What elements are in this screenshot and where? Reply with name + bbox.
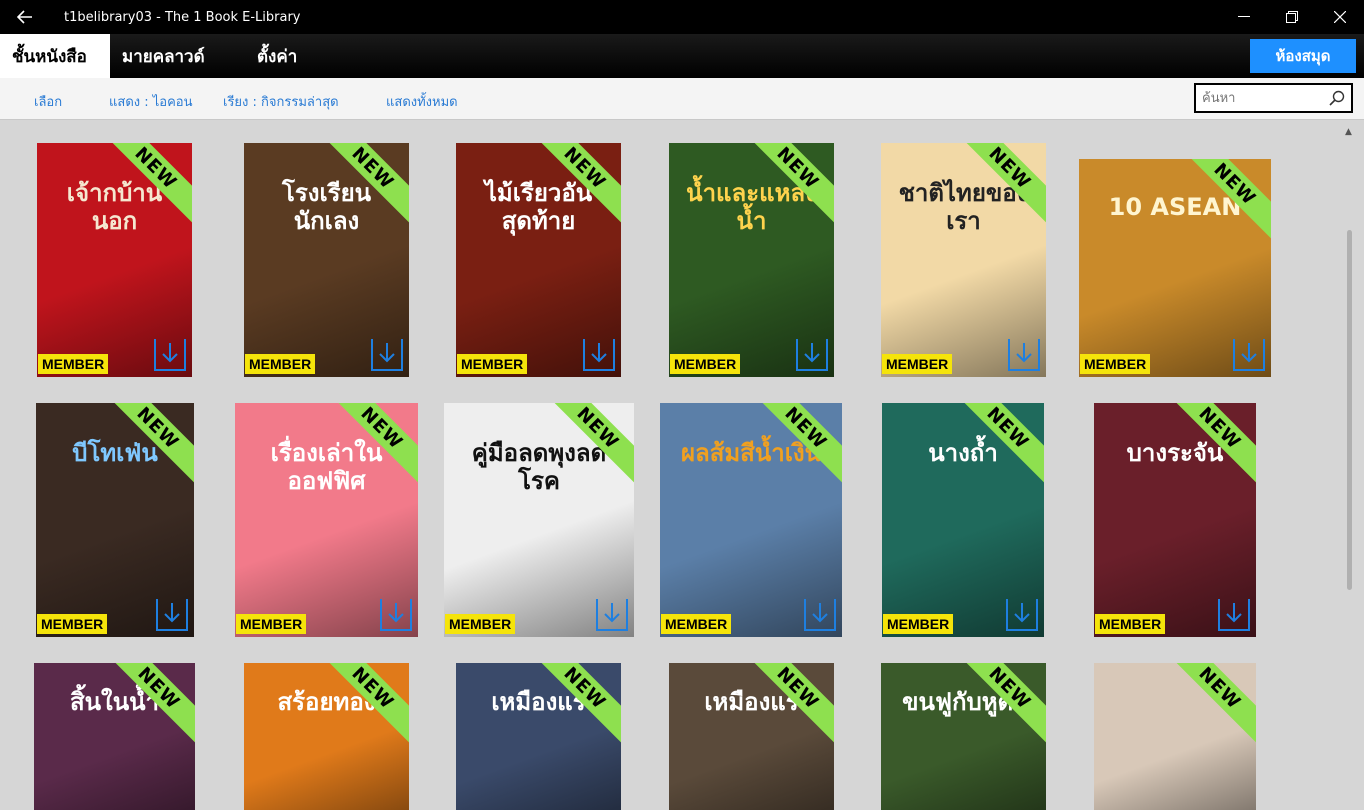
download-button[interactable]	[583, 339, 615, 371]
title-bar: t1belibrary03 - The 1 Book E-Library	[0, 0, 1364, 34]
member-badge: MEMBER	[37, 614, 108, 634]
book-card[interactable]: บีโทเฟ่น NEW MEMBER	[36, 403, 194, 637]
scroll-up-arrow-icon[interactable]: ▲	[1345, 127, 1352, 137]
download-button[interactable]	[1008, 339, 1040, 371]
download-arrow-icon	[388, 603, 404, 623]
book-card[interactable]: คู่มือลดพุงลดโรค NEW MEMBER	[444, 403, 634, 637]
search-icon[interactable]	[1329, 90, 1345, 106]
select-button[interactable]: เลือก	[34, 91, 62, 112]
close-button[interactable]	[1316, 0, 1364, 34]
book-card[interactable]: NEW	[1094, 663, 1256, 810]
download-arrow-icon	[604, 603, 620, 623]
download-button[interactable]	[804, 599, 836, 631]
download-arrow-icon	[1014, 603, 1030, 623]
book-card[interactable]: นางถ้ำ NEW MEMBER	[882, 403, 1044, 637]
book-card[interactable]: ชาติไทยของเรา NEW MEMBER	[881, 143, 1046, 377]
download-button[interactable]	[596, 599, 628, 631]
book-card[interactable]: เจ้ากบ้านนอก NEW MEMBER	[37, 143, 192, 377]
sort-button[interactable]: เรียง : กิจกรรมล่าสุด	[223, 91, 339, 112]
member-badge: MEMBER	[245, 354, 316, 374]
book-card[interactable]: เหมืองแร่ NEW	[456, 663, 621, 810]
download-button[interactable]	[796, 339, 828, 371]
download-arrow-icon	[804, 343, 820, 363]
download-arrow-icon	[1016, 343, 1032, 363]
show-all-button[interactable]: แสดงทั้งหมด	[386, 91, 458, 112]
window-title: t1belibrary03 - The 1 Book E-Library	[64, 9, 301, 25]
book-card[interactable]: ผลส้มสีน้ำเงิน NEW MEMBER	[660, 403, 842, 637]
member-badge: MEMBER	[670, 354, 741, 374]
book-card[interactable]: สิ้นในน้ำ NEW	[34, 663, 195, 810]
tab-settings[interactable]: ตั้งค่า	[245, 34, 309, 78]
download-arrow-icon	[812, 603, 828, 623]
search-box	[1194, 83, 1353, 113]
main-nav: ชั้นหนังสือ มายคลาวด์ ตั้งค่า ห้องสมุด	[0, 34, 1364, 78]
member-badge: MEMBER	[445, 614, 516, 634]
book-card[interactable]: บางระจัน NEW MEMBER	[1094, 403, 1256, 637]
download-button[interactable]	[1006, 599, 1038, 631]
download-arrow-icon	[1226, 603, 1242, 623]
restore-icon	[1286, 11, 1298, 23]
toolbar: เลือก แสดง : ไอคอน เรียง : กิจกรรมล่าสุด…	[0, 78, 1364, 120]
book-card[interactable]: ขนฟูกับหูตั้ง NEW	[881, 663, 1046, 810]
book-card[interactable]: เรื่องเล่าในออฟฟิศ NEW MEMBER	[235, 403, 418, 637]
maximize-button[interactable]	[1268, 0, 1316, 34]
member-badge: MEMBER	[882, 354, 953, 374]
window-controls	[1220, 0, 1364, 34]
download-button[interactable]	[1233, 339, 1265, 371]
book-card[interactable]: น้ำและแหล่งน้ำ NEW MEMBER	[669, 143, 834, 377]
tab-my-cloud[interactable]: มายคลาวด์	[110, 34, 217, 78]
download-button[interactable]	[154, 339, 186, 371]
view-mode-button[interactable]: แสดง : ไอคอน	[109, 91, 192, 112]
bookshelf-grid: เจ้ากบ้านนอก NEW MEMBER โรงเรียนนักเลง NEW ME…	[0, 120, 1364, 810]
close-icon	[1334, 11, 1346, 23]
book-card[interactable]: 10 ASEAN NEW MEMBER	[1079, 159, 1271, 377]
download-button[interactable]	[1218, 599, 1250, 631]
member-badge: MEMBER	[457, 354, 528, 374]
back-button[interactable]	[0, 0, 50, 34]
member-badge: MEMBER	[38, 354, 109, 374]
download-arrow-icon	[591, 343, 607, 363]
download-button[interactable]	[380, 599, 412, 631]
download-arrow-icon	[1241, 343, 1257, 363]
search-input[interactable]	[1196, 85, 1321, 111]
member-badge: MEMBER	[1095, 614, 1166, 634]
download-button[interactable]	[156, 599, 188, 631]
member-badge: MEMBER	[236, 614, 307, 634]
minimize-icon	[1238, 16, 1250, 17]
member-badge: MEMBER	[661, 614, 732, 634]
library-button[interactable]: ห้องสมุด	[1250, 39, 1356, 73]
download-button[interactable]	[371, 339, 403, 371]
minimize-button[interactable]	[1220, 0, 1268, 34]
download-arrow-icon	[379, 343, 395, 363]
tab-bookshelf[interactable]: ชั้นหนังสือ	[0, 34, 110, 78]
book-card[interactable]: เหมืองแร่ NEW	[669, 663, 834, 810]
download-arrow-icon	[162, 343, 178, 363]
book-card[interactable]: โรงเรียนนักเลง NEW MEMBER	[244, 143, 409, 377]
member-badge: MEMBER	[1080, 354, 1151, 374]
book-card[interactable]: ไม้เรียวอันสุดท้าย NEW MEMBER	[456, 143, 621, 377]
vertical-scrollbar[interactable]: ▲	[1345, 127, 1354, 803]
member-badge: MEMBER	[883, 614, 954, 634]
download-arrow-icon	[164, 603, 180, 623]
book-card[interactable]: สร้อยทอง NEW	[244, 663, 409, 810]
back-arrow-icon	[17, 10, 32, 24]
scroll-thumb[interactable]	[1347, 230, 1352, 590]
